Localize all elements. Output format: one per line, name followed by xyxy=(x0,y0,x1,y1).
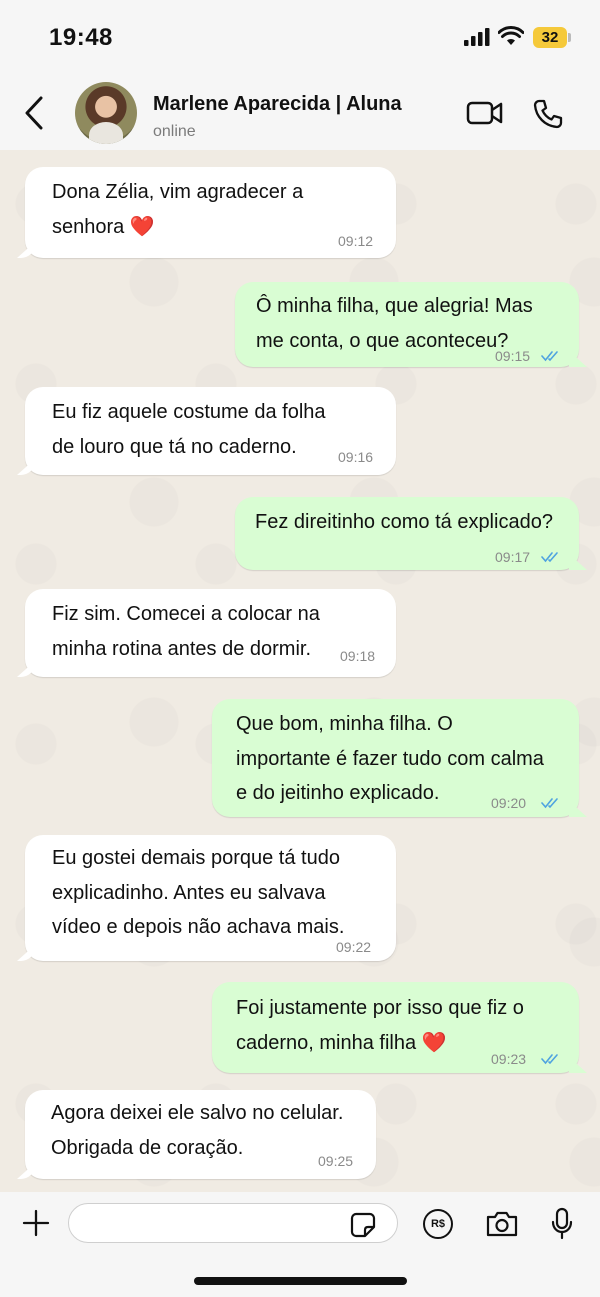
message-text: Foi justamente por isso que fiz o cadern… xyxy=(236,997,524,1054)
message-text: Agora deixei ele salvo no celular. Obrig… xyxy=(51,1102,344,1159)
read-receipt-icon xyxy=(541,351,558,362)
payment-icon[interactable]: R$ xyxy=(423,1209,453,1239)
plus-icon[interactable] xyxy=(22,1209,50,1237)
message-text: Dona Zélia, vim agradecer a senhora ❤️ xyxy=(52,181,304,238)
status-bar: 19:48 32 xyxy=(0,0,600,76)
message-time: 09:17 xyxy=(495,549,531,565)
back-chevron-icon[interactable] xyxy=(22,94,46,132)
message-bubble-outgoing[interactable]: Que bom, minha filha. O importante é faz… xyxy=(212,699,579,817)
message-text: Fez direitinho como tá explicado? xyxy=(255,511,553,533)
input-bar: R$ xyxy=(0,1192,600,1297)
message-text: Ô minha filha, que alegria! Mas me conta… xyxy=(256,295,533,352)
battery-tip xyxy=(568,33,571,42)
message-time: 09:20 xyxy=(491,795,527,811)
message-time: 09:18 xyxy=(340,648,376,664)
battery-indicator: 32 xyxy=(533,27,567,48)
payment-label: R$ xyxy=(430,1218,446,1230)
avatar[interactable] xyxy=(75,82,137,144)
contact-name[interactable]: Marlene Aparecida | Aluna xyxy=(153,93,402,116)
wifi-icon xyxy=(498,26,524,45)
read-receipt-icon xyxy=(541,552,558,563)
message-bubble-outgoing[interactable]: Fez direitinho como tá explicado? 09:17 xyxy=(235,497,579,570)
signal-icon xyxy=(464,28,490,46)
message-time: 09:12 xyxy=(338,233,374,249)
message-bubble-incoming[interactable]: Fiz sim. Comecei a colocar na minha roti… xyxy=(25,589,396,677)
read-receipt-icon xyxy=(541,798,558,809)
phone-call-icon[interactable] xyxy=(532,98,564,130)
message-bubble-outgoing[interactable]: Ô minha filha, que alegria! Mas me conta… xyxy=(235,282,579,367)
message-time: 09:15 xyxy=(495,348,531,364)
chat-area[interactable]: Dona Zélia, vim agradecer a senhora ❤️ 0… xyxy=(0,150,600,1192)
battery-level: 32 xyxy=(541,29,559,46)
message-bubble-incoming[interactable]: Dona Zélia, vim agradecer a senhora ❤️ 0… xyxy=(25,167,396,258)
message-bubble-incoming[interactable]: Agora deixei ele salvo no celular. Obrig… xyxy=(25,1090,376,1179)
status-time: 19:48 xyxy=(49,24,113,51)
home-indicator[interactable] xyxy=(194,1277,407,1285)
chat-header: Marlene Aparecida | Aluna online xyxy=(0,76,600,150)
message-time: 09:23 xyxy=(491,1051,527,1067)
message-bubble-incoming[interactable]: Eu fiz aquele costume da folha de louro … xyxy=(25,387,396,475)
video-call-icon[interactable] xyxy=(466,100,504,126)
message-time: 09:16 xyxy=(338,449,374,465)
message-time: 09:22 xyxy=(336,939,372,955)
microphone-icon[interactable] xyxy=(551,1207,573,1241)
message-text: Fiz sim. Comecei a colocar na minha roti… xyxy=(52,603,320,660)
message-text: Eu gostei demais porque tá tudo explicad… xyxy=(52,847,345,938)
message-time: 09:25 xyxy=(318,1153,354,1169)
sticker-icon[interactable] xyxy=(350,1212,376,1238)
read-receipt-icon xyxy=(541,1054,558,1065)
contact-status: online xyxy=(153,123,196,140)
message-bubble-incoming[interactable]: Eu gostei demais porque tá tudo explicad… xyxy=(25,835,396,961)
message-input[interactable] xyxy=(68,1203,398,1243)
message-text: Eu fiz aquele costume da folha de louro … xyxy=(52,401,326,458)
message-bubble-outgoing[interactable]: Foi justamente por isso que fiz o cadern… xyxy=(212,982,579,1073)
camera-icon[interactable] xyxy=(485,1210,519,1238)
